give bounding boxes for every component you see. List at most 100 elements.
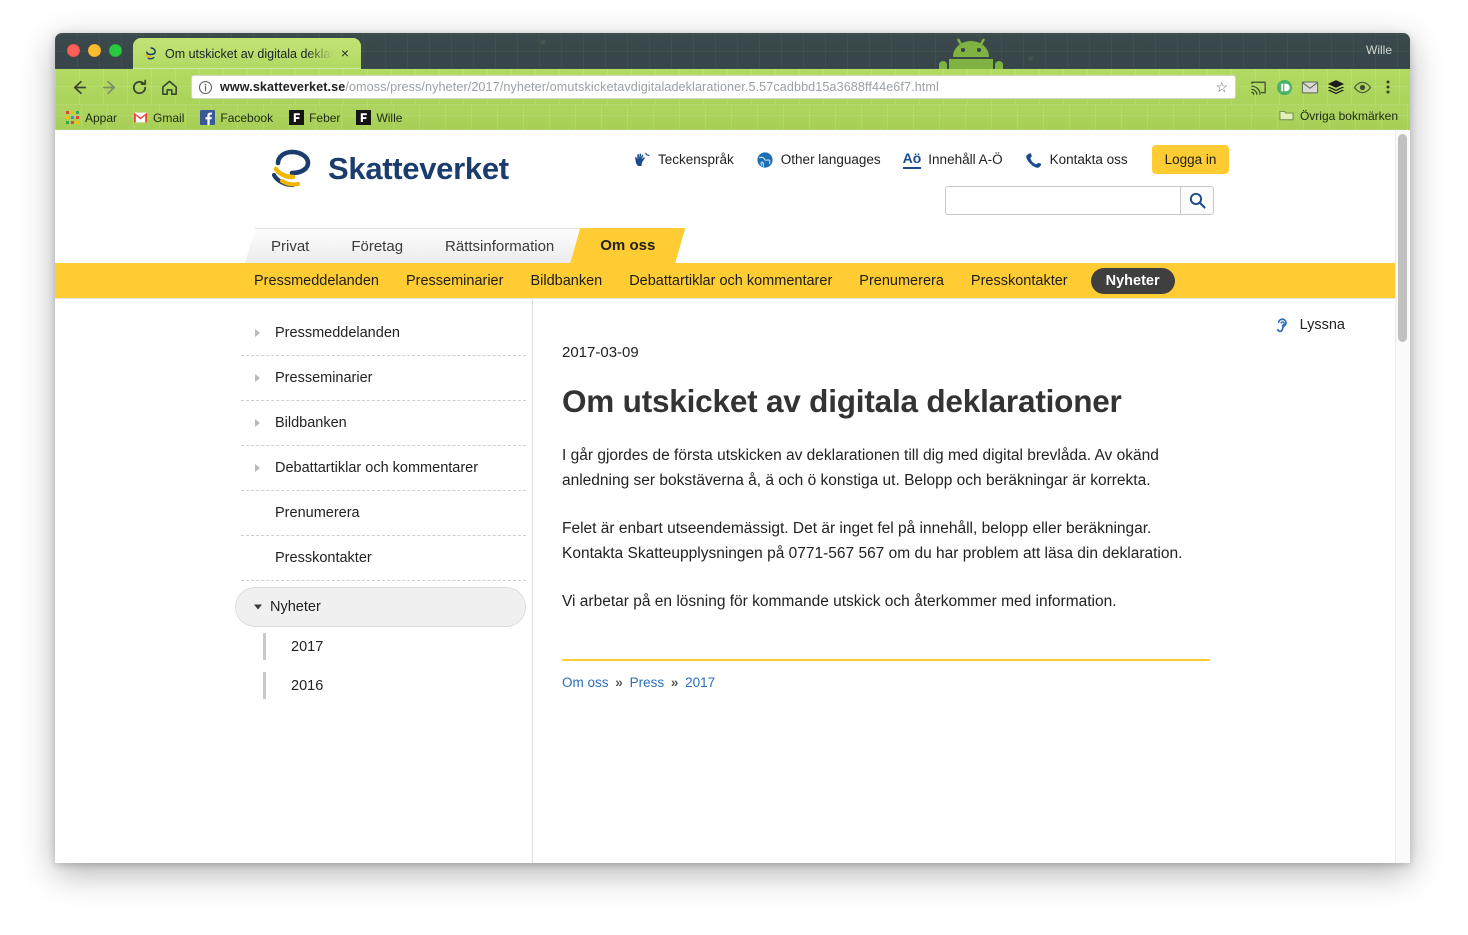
bookmark-apps[interactable]: Appar (65, 110, 117, 125)
bookmark-star-icon[interactable]: ☆ (1215, 79, 1228, 96)
back-icon[interactable] (65, 73, 93, 101)
browser-titlebar: Om utskicket av digitala deklar × Wille (55, 33, 1410, 69)
pushbullet-extension-icon[interactable] (1272, 75, 1296, 99)
reload-icon[interactable] (125, 73, 153, 101)
scrollbar-thumb[interactable] (1398, 134, 1407, 342)
sidebar-item-presskontakter[interactable]: Presskontakter (241, 536, 526, 581)
sign-language-icon (635, 152, 650, 166)
util-link-label: Teckenspråk (658, 152, 734, 167)
subnav-presskontakter[interactable]: Presskontakter (967, 270, 1072, 292)
search-input[interactable] (945, 186, 1180, 215)
window-traffic-lights[interactable] (67, 44, 122, 57)
close-window-button[interactable] (67, 44, 80, 57)
sidebar-subitem-2017[interactable]: 2017 (241, 627, 532, 666)
util-link-teckensprak[interactable]: Teckenspråk (633, 151, 734, 169)
bookmark-label: Feber (309, 110, 341, 125)
sidebar-item-presseminarier[interactable]: Presseminarier (241, 356, 526, 401)
apps-grid-icon (66, 111, 79, 124)
sidebar-item-pressmeddelanden[interactable]: Pressmeddelanden (241, 311, 526, 356)
browser-tab[interactable]: Om utskicket av digitala deklar × (133, 38, 361, 69)
android-robot-icon (939, 38, 1003, 69)
tab-label: Om oss (600, 237, 656, 254)
primary-navigation: Privat Företag Rättsinformation Om oss (55, 228, 1395, 263)
util-link-innehall-a-o[interactable]: Aö Innehåll A-Ö (902, 151, 1003, 169)
sidebar-subitem-2016[interactable]: 2016 (241, 666, 532, 705)
article-paragraph: Felet är enbart utseendemässigt. Det är … (562, 520, 1183, 563)
chevron-right-icon (255, 374, 260, 382)
bookmark-label: Facebook (220, 110, 274, 125)
bookmark-wille[interactable]: Wille (356, 110, 402, 125)
breadcrumb-link-om-oss[interactable]: Om oss (562, 675, 609, 690)
util-link-label: Other languages (780, 152, 881, 167)
bookmark-label: Wille (376, 110, 403, 125)
listen-link[interactable]: Lyssna (1272, 315, 1345, 335)
facebook-icon (200, 110, 216, 125)
url-text[interactable]: www.skatteverket.se/omoss/press/nyheter/… (220, 80, 1209, 94)
minimize-window-button[interactable] (88, 44, 101, 57)
eye-extension-icon[interactable] (1350, 75, 1374, 99)
subnav-nyheter[interactable]: Nyheter (1090, 267, 1175, 294)
tab-foretag[interactable]: Företag (325, 228, 429, 263)
sidebar-item-label: Presskontakter (275, 550, 372, 566)
layers-extension-icon[interactable] (1324, 75, 1348, 99)
sidebar-item-prenumerera[interactable]: Prenumerera (241, 491, 526, 536)
chevron-right-icon (255, 329, 260, 337)
close-tab-icon[interactable]: × (337, 45, 353, 62)
bookmark-gmail[interactable]: Gmail (133, 110, 184, 125)
browser-window: Om utskicket av digitala deklar × Wille … (55, 33, 1410, 863)
sidebar-item-debattartiklar[interactable]: Debattartiklar och kommentarer (241, 446, 526, 491)
profile-name-label[interactable]: Wille (1366, 43, 1392, 57)
subnav-pressmeddelanden[interactable]: Pressmeddelanden (250, 270, 383, 292)
util-link-label: Kontakta oss (1049, 152, 1128, 167)
util-link-kontakta-oss[interactable]: Kontakta oss (1025, 151, 1128, 169)
page-scrollbar[interactable] (1395, 130, 1410, 863)
sidebar-item-label: Pressmeddelanden (275, 325, 400, 341)
tab-om-oss[interactable]: Om oss (570, 228, 685, 263)
breadcrumb-link-press[interactable]: Press (630, 675, 665, 690)
skatteverket-logo-icon (271, 149, 311, 188)
site-header: Skatteverket Teckenspråk Other languages… (55, 130, 1395, 228)
bookmark-label: Appar (85, 110, 118, 125)
globe-icon (757, 151, 773, 168)
other-bookmarks-folder[interactable]: Övriga bokmärken (1279, 108, 1398, 123)
subnav-debattartiklar[interactable]: Debattartiklar och kommentarer (625, 270, 836, 292)
bookmark-facebook[interactable]: Facebook (200, 110, 273, 125)
breadcrumb: Om oss » Press » 2017 (562, 658, 1210, 690)
login-button[interactable]: Logga in (1151, 145, 1230, 174)
mail-extension-icon[interactable] (1298, 75, 1322, 99)
sidebar-item-bildbanken[interactable]: Bildbanken (241, 401, 526, 446)
site-search (945, 186, 1214, 215)
breadcrumb-link-2017[interactable]: 2017 (685, 675, 715, 690)
other-bookmarks-label: Övriga bokmärken (1299, 108, 1398, 123)
maximize-window-button[interactable] (109, 44, 122, 57)
breadcrumb-separator: » (615, 674, 623, 690)
secondary-navigation: Pressmeddelanden Presseminarier Bildbank… (55, 263, 1395, 298)
address-bar[interactable]: www.skatteverket.se/omoss/press/nyheter/… (191, 75, 1236, 99)
subnav-prenumerera[interactable]: Prenumerera (855, 270, 948, 292)
sidebar-item-nyheter[interactable]: Nyheter (235, 587, 526, 627)
cast-icon[interactable] (1246, 75, 1270, 99)
article-paragraph: I går gjordes de första utskicken av dek… (562, 447, 1159, 490)
feber-icon (356, 110, 372, 125)
home-icon[interactable] (155, 73, 183, 101)
web-page: Skatteverket Teckenspråk Other languages… (55, 130, 1395, 863)
util-link-other-languages[interactable]: Other languages (756, 151, 881, 169)
info-circle-icon[interactable] (198, 80, 213, 95)
chevron-right-icon (255, 464, 260, 472)
tab-title: Om utskicket av digitala deklar (165, 46, 333, 61)
bookmark-feber[interactable]: Feber (289, 110, 340, 125)
tab-label: Privat (271, 237, 310, 255)
article-main: Lyssna 2017-03-09 Om utskicket av digita… (533, 299, 1395, 863)
subnav-bildbanken[interactable]: Bildbanken (526, 270, 606, 292)
forward-icon[interactable] (95, 73, 123, 101)
desktop-background: Om utskicket av digitala deklar × Wille … (0, 0, 1468, 935)
sidebar-item-label: Debattartiklar och kommentarer (275, 460, 479, 476)
tab-privat[interactable]: Privat (245, 228, 335, 263)
chrome-menu-icon[interactable] (1376, 75, 1400, 99)
site-logo[interactable]: Skatteverket (270, 147, 509, 191)
tab-rattsinformation[interactable]: Rättsinformation (419, 228, 580, 263)
search-button[interactable] (1180, 186, 1214, 215)
subnav-presseminarier[interactable]: Presseminarier (402, 270, 508, 292)
content-region: Pressmeddelanden Presseminarier Bildbank… (55, 298, 1395, 863)
page-viewport: Skatteverket Teckenspråk Other languages… (55, 130, 1410, 863)
